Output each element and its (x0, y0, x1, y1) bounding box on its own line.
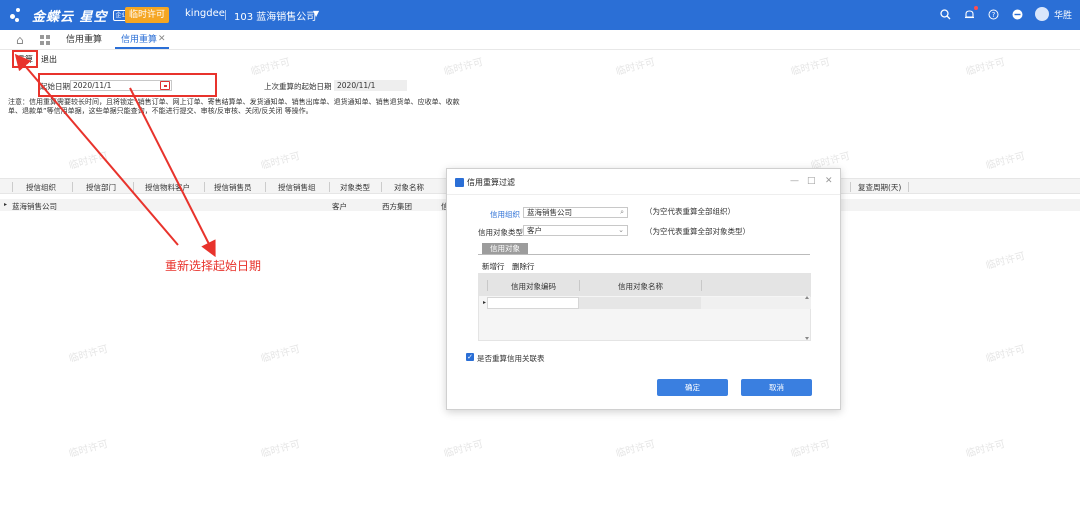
app-window: 金蝶云 星空 企业版 临时许可 kingdee 103 蓝海销售公司 ▼ ? 华… (0, 0, 1080, 509)
annotation-text: 重新选择起始日期 (165, 259, 262, 273)
annotation-arrows (14, 53, 216, 258)
arrow-to-start-date (129, 87, 216, 258)
arrow-to-recalc (14, 53, 179, 246)
